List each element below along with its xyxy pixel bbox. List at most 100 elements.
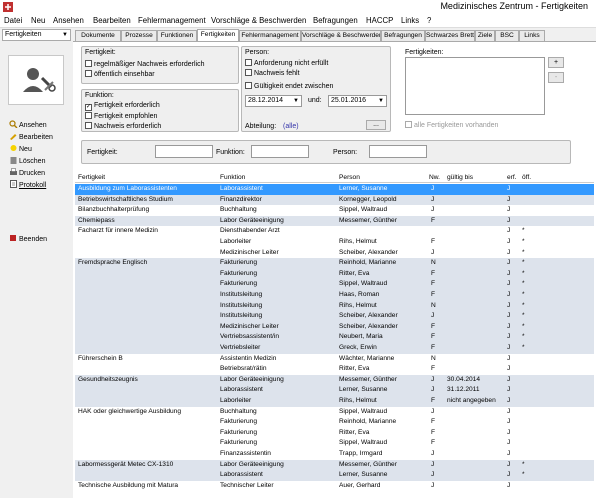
checkbox-nachweis-fehlt[interactable]: Nachweis fehlt bbox=[245, 69, 300, 77]
cell-funktion: Technischer Leiter bbox=[220, 481, 274, 489]
search-person-input[interactable] bbox=[369, 145, 427, 158]
table-row[interactable]: Vertriebsleiter Greck, Erwin F J * bbox=[75, 343, 594, 354]
cell-funktion: Medizinischer Leiter bbox=[220, 322, 279, 330]
table-row[interactable]: Facharzt für innere Medizin Diensthabende… bbox=[75, 226, 594, 237]
remove-fertigkeit-button[interactable]: - bbox=[548, 72, 564, 83]
column-erf[interactable]: erf. bbox=[507, 174, 517, 181]
column-funktion[interactable]: Funktion bbox=[220, 174, 245, 181]
cell-person: Reinhold, Marianne bbox=[339, 259, 397, 267]
search-fertigkeit-input[interactable] bbox=[155, 145, 213, 158]
sidebar-item-ansehen[interactable]: Ansehen bbox=[9, 120, 47, 129]
module-select[interactable]: Fertigkeiten ▼ bbox=[2, 29, 71, 41]
cell-nw: J bbox=[431, 471, 435, 479]
cell-funktion: Institutsleitung bbox=[220, 301, 263, 309]
table-row[interactable]: Bilanzbuchhalterprüfung Buchhaltung Sippel… bbox=[75, 205, 594, 216]
column-gueltig-bis[interactable]: gültig bis bbox=[447, 174, 473, 181]
checkbox-oeffentlich[interactable]: öffentlich einsehbar bbox=[85, 70, 155, 78]
search-funktion-input[interactable] bbox=[251, 145, 309, 158]
tab-funktionen[interactable]: Funktionen bbox=[157, 30, 197, 41]
cell-fertigkeit: Ausbildung zum Laborassistenten bbox=[78, 185, 177, 192]
table-row[interactable]: Laborleiter Rihs, Helmut Fnicht angegeben J bbox=[75, 396, 594, 407]
tab-prozesse[interactable]: Prozesse bbox=[121, 30, 157, 41]
table-row[interactable]: Medizinischer Leiter Scheiber, Alexander J… bbox=[75, 248, 594, 259]
table-row[interactable]: HAK oder gleichwertige Ausbildung Buchhal… bbox=[75, 407, 594, 418]
column-person[interactable]: Person bbox=[339, 174, 360, 181]
table-row[interactable]: Chemiepass Labor Geräteeinigung Messemer, … bbox=[75, 215, 594, 227]
table-row[interactable]: Fremdsprache Englisch Fakturierung Reinhol… bbox=[75, 258, 594, 269]
cell-nw: J bbox=[431, 206, 435, 214]
checkbox-alle-fertigkeiten[interactable]: alle Fertigkeiten vorhanden bbox=[405, 121, 498, 129]
menu-haccp[interactable]: HACCP bbox=[366, 16, 393, 25]
table-row[interactable]: Technische Ausbildung mit Matura Technisc… bbox=[75, 481, 594, 492]
menu-vorschlaege[interactable]: Vorschläge & Beschwerden bbox=[211, 16, 306, 25]
column-oeff[interactable]: öff. bbox=[522, 174, 531, 181]
search-person-label: Person: bbox=[333, 149, 358, 156]
chevron-down-icon: ▼ bbox=[378, 98, 384, 104]
table-row[interactable]: Laborassistent Lerner, Susanne J J * bbox=[75, 470, 594, 481]
tab-links[interactable]: Links bbox=[519, 30, 545, 41]
cell-person: Ritter, Eva bbox=[339, 365, 370, 373]
add-fertigkeit-button[interactable]: + bbox=[548, 57, 564, 68]
checkbox-anforderung-nicht-erfuellt[interactable]: Anforderung nicht erfüllt bbox=[245, 59, 328, 67]
menu-bearbeiten[interactable]: Bearbeiten bbox=[93, 16, 131, 25]
tab-schwarzes-brett[interactable]: Schwarzes Brett bbox=[425, 30, 475, 41]
menu-links[interactable]: Links bbox=[401, 16, 419, 25]
date-from-picker[interactable]: 28.12.2014 ▼ bbox=[245, 95, 302, 107]
table-row[interactable]: Fakturierung Reinhold, Marianne F J bbox=[75, 417, 594, 428]
tab-fehlermanagement[interactable]: Fehlermanagement bbox=[239, 30, 301, 41]
menu-fehlermanagement[interactable]: Fehlermanagement bbox=[138, 16, 206, 25]
menu-befragungen[interactable]: Befragungen bbox=[313, 16, 358, 25]
cell-person: Messemer, Günther bbox=[339, 375, 397, 383]
table-row[interactable]: Labormessgerät Metec CX-1310 Labor Geräte… bbox=[75, 459, 594, 471]
checkbox-fertigkeit-empfohlen[interactable]: Fertigkeit empfohlen bbox=[85, 112, 157, 120]
checkbox-gueltigkeit-endet[interactable]: Gültigkeit endet zwischen bbox=[245, 82, 333, 90]
tab-ziele[interactable]: Ziele bbox=[475, 30, 495, 41]
column-fertigkeit[interactable]: Fertigkeit bbox=[78, 174, 105, 181]
sidebar-item-loeschen[interactable]: Löschen bbox=[9, 156, 45, 165]
table-row[interactable]: Institutsleitung Scheiber, Alexander J J * bbox=[75, 311, 594, 322]
table-row[interactable]: Finanzassistentin Trapp, Irmgard J J bbox=[75, 449, 594, 460]
table-row[interactable]: Institutsleitung Haas, Roman F J * bbox=[75, 290, 594, 301]
fertigkeiten-listbox[interactable] bbox=[405, 57, 545, 115]
cell-fertigkeit: Bilanzbuchhalterprüfung bbox=[78, 206, 150, 214]
table-row[interactable]: Fakturierung Sippel, Waltraud F J * bbox=[75, 279, 594, 290]
table-row[interactable]: Fakturierung Sippel, Waltraud F J bbox=[75, 438, 594, 449]
table-row[interactable]: Betriebswirtschaftliches Studium Finanzdi… bbox=[75, 194, 594, 206]
date-to-picker[interactable]: 25.01.2016 ▼ bbox=[328, 95, 387, 107]
column-nw[interactable]: Nw. bbox=[429, 174, 440, 181]
sidebar-item-bearbeiten[interactable]: Bearbeiten bbox=[9, 132, 53, 141]
sidebar-item-beenden[interactable]: Beenden bbox=[9, 234, 47, 243]
table-row[interactable]: Betriebsrat/rätin Ritter, Eva F J bbox=[75, 364, 594, 375]
table-row[interactable]: Fakturierung Ritter, Eva F J bbox=[75, 428, 594, 439]
table-row[interactable]: Gesundheitszeugnis Labor Geräteeinigung Me… bbox=[75, 374, 594, 386]
menu-neu[interactable]: Neu bbox=[31, 16, 45, 25]
table-row[interactable]: Medizinischer Leiter Scheiber, Alexander F… bbox=[75, 321, 594, 333]
tab-vorschlaege[interactable]: Vorschläge & Beschwerden bbox=[301, 30, 381, 41]
sidebar-item-neu[interactable]: Neu bbox=[9, 144, 32, 153]
sidebar-item-drucken[interactable]: Drucken bbox=[9, 168, 45, 177]
table-row[interactable]: Führerschein B Assistentin Medizin Wächter… bbox=[75, 354, 594, 365]
menu-ansehen[interactable]: Ansehen bbox=[53, 16, 84, 25]
table-header: Fertigkeit Funktion Person Nw. gültig bi… bbox=[75, 173, 594, 183]
menu-help[interactable]: ? bbox=[427, 16, 431, 25]
cell-erf: J bbox=[507, 354, 511, 362]
table-row[interactable]: Vertriebsassistent/in Neubert, Maria F J * bbox=[75, 332, 594, 343]
sidebar-item-protokoll[interactable]: Protokoll bbox=[9, 180, 46, 189]
cell-person: Reinhold, Marianne bbox=[339, 418, 397, 426]
view-icon bbox=[9, 120, 18, 128]
checkbox-regelmaessiger-nachweis[interactable]: regelmäßiger Nachweis erforderlich bbox=[85, 60, 205, 68]
table-row[interactable]: Ausbildung zum Laborassistenten Laborassi… bbox=[75, 184, 594, 195]
checkbox-fertigkeit-erforderlich[interactable]: ✓ Fertigkeit erforderlich bbox=[85, 102, 160, 111]
checkbox-nachweis-erforderlich[interactable]: Nachweis erforderlich bbox=[85, 122, 161, 130]
table-row[interactable]: Institutsleitung Rihs, Helmut N J * bbox=[75, 300, 594, 312]
cell-oeff: * bbox=[522, 291, 525, 298]
tab-bsc[interactable]: BSC bbox=[495, 30, 519, 41]
abteilung-browse-button[interactable]: ... bbox=[366, 120, 386, 130]
tab-befragungen[interactable]: Befragungen bbox=[381, 30, 425, 41]
table-row[interactable]: Fakturierung Ritter, Eva F J * bbox=[75, 268, 594, 280]
table-row[interactable]: Laborleiter Rihs, Helmut F J * bbox=[75, 237, 594, 248]
menu-datei[interactable]: Datei bbox=[4, 16, 22, 25]
tab-dokumente[interactable]: Dokumente bbox=[75, 30, 121, 41]
table-row[interactable]: Laborassistent Lerner, Susanne J 31.12.2011… bbox=[75, 385, 594, 396]
cell-nw: F bbox=[431, 397, 436, 404]
